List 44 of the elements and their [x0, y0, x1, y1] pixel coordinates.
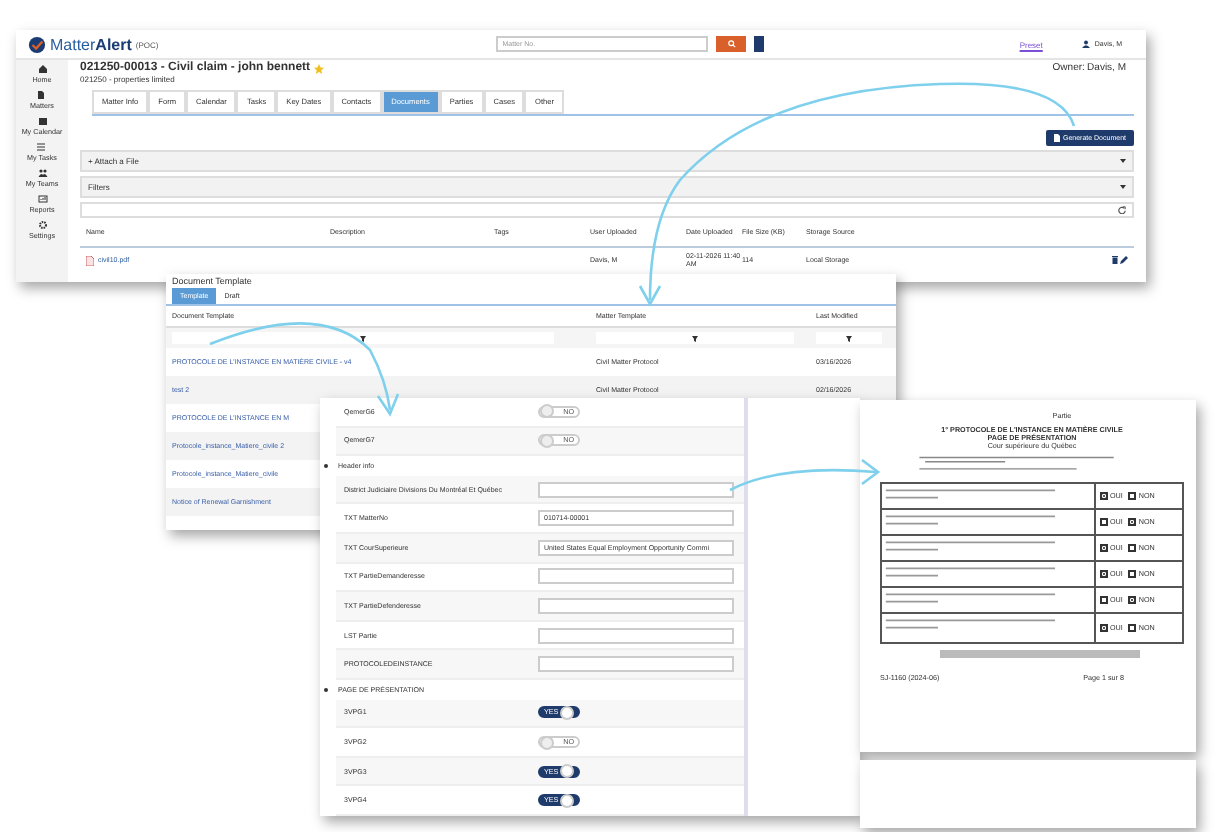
- user-icon: [1082, 40, 1091, 48]
- filter-icon[interactable]: [846, 335, 853, 341]
- star-icon[interactable]: [314, 64, 325, 74]
- gear-icon: [37, 220, 47, 230]
- caret-icon: [1120, 158, 1126, 164]
- caret-icon: [1120, 184, 1126, 190]
- checkbox[interactable]: [1100, 492, 1108, 500]
- logo-text: MatterAlert: [50, 35, 132, 53]
- checkbox[interactable]: [1100, 624, 1108, 632]
- trash-icon[interactable]: [1112, 256, 1118, 264]
- clipboard-button[interactable]: [754, 36, 765, 52]
- pencil-icon[interactable]: [1120, 256, 1128, 264]
- search-button[interactable]: [716, 36, 747, 52]
- team-icon: [37, 168, 47, 178]
- input-field[interactable]: [538, 627, 734, 644]
- checkbox[interactable]: [1100, 518, 1108, 526]
- refresh-icon[interactable]: [1118, 206, 1126, 214]
- document-icon: [1054, 134, 1061, 142]
- filter-icon[interactable]: [692, 335, 698, 341]
- filter-field[interactable]: [172, 332, 554, 344]
- input-field[interactable]: [538, 568, 734, 585]
- search-icon: [727, 40, 736, 48]
- calendar-icon: [37, 116, 47, 126]
- checkbox[interactable]: [1128, 624, 1137, 632]
- filter-icon[interactable]: [359, 335, 366, 341]
- input-field[interactable]: [538, 481, 734, 498]
- input-field[interactable]: [538, 598, 734, 615]
- pdf-file-icon: [86, 255, 94, 265]
- list-icon: [36, 142, 47, 152]
- checkbox[interactable]: [1128, 518, 1137, 526]
- filter-field[interactable]: [596, 332, 794, 344]
- input-field[interactable]: [538, 656, 734, 673]
- filter-field[interactable]: [816, 332, 883, 344]
- checkbox[interactable]: [1128, 492, 1137, 500]
- home-icon: [37, 64, 47, 74]
- file-icon: [36, 90, 47, 100]
- logo-icon: [28, 35, 46, 53]
- checkbox[interactable]: [1100, 544, 1108, 552]
- checkbox[interactable]: [1100, 596, 1108, 604]
- checkbox[interactable]: [1128, 544, 1137, 552]
- checkbox[interactable]: [1100, 570, 1108, 578]
- checkbox[interactable]: [1128, 596, 1137, 604]
- checkbox[interactable]: [1128, 570, 1137, 578]
- report-icon: [37, 194, 47, 204]
